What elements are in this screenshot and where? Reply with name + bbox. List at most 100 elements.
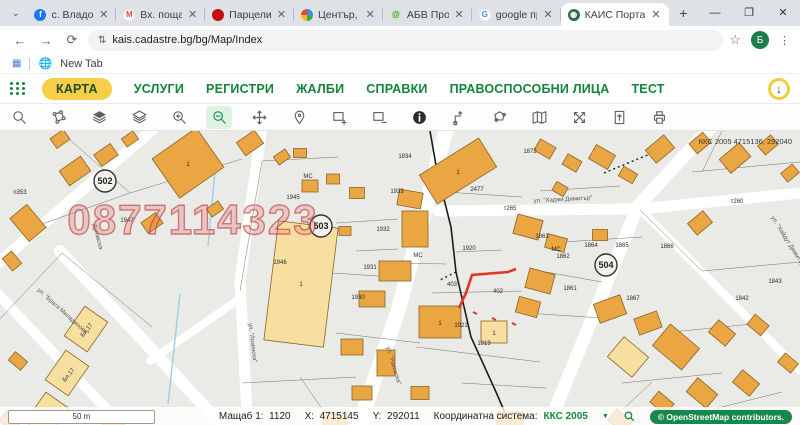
building: [587, 144, 617, 170]
tab-title: АБВ Профил: [406, 8, 449, 21]
tab-close-icon[interactable]: ✕: [98, 8, 109, 21]
layers-filled-tool[interactable]: [86, 106, 112, 129]
browser-tab[interactable]: @ АБВ Профил ✕: [383, 3, 472, 26]
browser-menu-icon[interactable]: ⋮: [779, 34, 790, 47]
parcel-label: 1867: [626, 296, 640, 302]
parcel-label: 1946: [273, 260, 287, 266]
measure-line-tool[interactable]: [446, 106, 472, 129]
scale-readout: Мащаб 1: 1120: [218, 411, 291, 422]
globe-icon: 🌐: [38, 58, 53, 70]
zoom-in-tool[interactable]: [166, 106, 192, 129]
move-axes-icon: [573, 111, 585, 123]
building: [780, 163, 800, 183]
parcel-label: т265: [504, 206, 517, 212]
building: [644, 134, 676, 164]
browser-tab[interactable]: Ggoogle прево ✕: [472, 3, 561, 26]
pan-icon: [252, 110, 266, 124]
building: [617, 165, 639, 185]
page-export-tool[interactable]: [606, 106, 632, 129]
bookmark-star-icon[interactable]: ☆: [729, 32, 741, 48]
nav-item-тест[interactable]: ТЕСТ: [631, 82, 664, 96]
map-canvas[interactable]: 194619451947п353193219311930247719341933…: [0, 131, 800, 425]
parcel-label: 1863: [535, 234, 549, 240]
layers-outline-tool[interactable]: [126, 106, 152, 129]
zoom-out-icon: [212, 110, 226, 124]
profile-avatar[interactable]: Б: [751, 31, 769, 49]
building: [340, 338, 364, 356]
y-coordinate: Y: 292011: [372, 411, 420, 422]
scale-bar: 50 m: [8, 409, 155, 424]
nav-item-правоспособни-лица[interactable]: ПРАВОСПОСОБНИ ЛИЦА: [450, 82, 610, 96]
nav-item-регистри[interactable]: РЕГИСТРИ: [206, 82, 274, 96]
tab-title: Център, ул. .: [318, 8, 360, 21]
browser-window: ⌄ fс. Владо Трич✕MВх. поща (128✕Парцели …: [0, 0, 800, 425]
tab-close-icon[interactable]: ✕: [365, 8, 376, 21]
road-number-text: 502: [97, 176, 112, 186]
browser-tab[interactable]: f с. Владо Трич ✕: [27, 3, 117, 26]
building: [533, 138, 557, 160]
parcel-label: 1931: [363, 265, 377, 271]
url-field[interactable]: ⇅ kais.cadastre.bg/bg/Map/Index: [88, 29, 724, 51]
tab-close-icon[interactable]: ✕: [454, 8, 465, 21]
zoom-out-tool[interactable]: [206, 105, 232, 129]
parcel-label: 1866: [660, 244, 674, 250]
browser-tab[interactable]: Парцели в гр ✕: [205, 3, 294, 26]
location-pin-tool[interactable]: [286, 106, 312, 129]
bookmark-new-tab[interactable]: New Tab: [60, 58, 103, 70]
browser-tab[interactable]: Център, ул. . ✕: [294, 3, 383, 26]
select-nodes-tool[interactable]: [46, 106, 72, 129]
red-dot-icon: [212, 8, 225, 21]
tab-close-icon[interactable]: ✕: [276, 8, 287, 21]
window-controls: — ❐ ✕: [698, 0, 800, 26]
site-settings-icon[interactable]: ⇅: [98, 35, 106, 46]
browser-tab[interactable]: ◉ КАИС Портал ✕: [560, 3, 669, 26]
rect-add-tool[interactable]: [326, 106, 352, 129]
info-tool[interactable]: [406, 106, 432, 129]
apps-grid-icon[interactable]: ▦: [12, 58, 21, 69]
crs-caret-icon[interactable]: ▼: [602, 413, 609, 420]
crs-select[interactable]: ККС 2005: [544, 411, 588, 422]
tab-search-chevron-icon[interactable]: ⌄: [6, 3, 25, 23]
minimize-button[interactable]: —: [698, 0, 732, 26]
print-tool[interactable]: [646, 106, 672, 129]
map-toolbar: [0, 104, 800, 131]
maximize-button[interactable]: ❐: [732, 0, 766, 26]
building: [685, 377, 719, 409]
tab-close-icon[interactable]: ✕: [187, 8, 198, 21]
nav-item-справки[interactable]: СПРАВКИ: [366, 82, 427, 96]
measure-area-tool[interactable]: [486, 106, 512, 129]
map-book-tool[interactable]: [526, 106, 552, 129]
browser-tab[interactable]: M Вх. поща (128 ✕: [116, 3, 206, 26]
nav-item-услуги[interactable]: УСЛУГИ: [134, 82, 184, 96]
zoom-in-icon: [172, 110, 186, 124]
back-icon[interactable]: ←: [10, 30, 30, 50]
site-nav: КАРТА УСЛУГИ РЕГИСТРИ ЖАЛБИ СПРАВКИ ПРАВОСПОС…: [0, 74, 800, 104]
building: [551, 180, 569, 198]
pan-tool[interactable]: [246, 106, 272, 129]
url-text: kais.cadastre.bg/bg/Map/Index: [112, 34, 263, 46]
move-axes-tool[interactable]: [566, 106, 592, 129]
rect-subtract-tool[interactable]: [366, 106, 392, 129]
nav-item-карта[interactable]: КАРТА: [42, 77, 112, 100]
building: [651, 323, 701, 371]
status-search-icon[interactable]: [623, 410, 636, 424]
building: [351, 385, 373, 401]
map-book-icon: [532, 110, 546, 124]
facebook-icon: f: [34, 8, 47, 21]
close-button[interactable]: ✕: [766, 0, 800, 26]
forward-icon[interactable]: →: [36, 30, 56, 50]
rect-add-icon: [332, 111, 347, 125]
parcel-label: МС: [303, 174, 313, 180]
building: [718, 142, 752, 174]
search-tool[interactable]: [6, 106, 32, 129]
menu-dots-grid-icon[interactable]: [10, 82, 26, 95]
nav-item-жалби[interactable]: ЖАЛБИ: [296, 82, 344, 96]
new-tab-button[interactable]: +: [673, 2, 694, 24]
layers-outline-icon: [132, 110, 146, 123]
reload-icon[interactable]: ⟳: [62, 30, 82, 50]
osm-attribution[interactable]: © OpenStreetMap contributors.: [649, 409, 792, 424]
measure-line-icon: [452, 110, 462, 125]
tab-close-icon[interactable]: ✕: [542, 8, 553, 21]
tab-close-icon[interactable]: ✕: [650, 8, 661, 21]
download-circle-button[interactable]: ↓: [768, 77, 790, 100]
